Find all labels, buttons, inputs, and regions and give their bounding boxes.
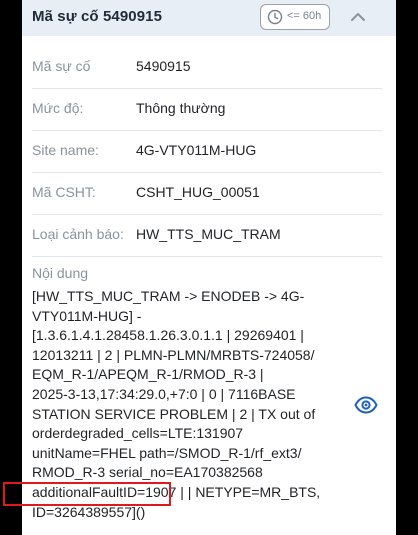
chevron-up-icon[interactable] bbox=[348, 8, 368, 26]
field-label: Site name: bbox=[32, 142, 99, 158]
content-label: Nội dung bbox=[32, 265, 89, 281]
time-filter-label: <= 60h bbox=[287, 10, 322, 22]
field-label: Mã CSHT: bbox=[32, 184, 96, 200]
content-line: orderdegraded_cells=LTE:131907 bbox=[32, 425, 244, 442]
card-header[interactable]: Mã sự cố 5490915 <= 60h bbox=[22, 0, 396, 36]
content-line: [HW_TTS_MUC_TRAM -> ENODEB -> 4G- bbox=[32, 288, 305, 304]
content-line: 12013211 | 2 | PLMN-PLMN/MRBTS-724058/ bbox=[32, 346, 315, 363]
field-row-incident-id: Mã sự cố 5490915 bbox=[32, 46, 382, 89]
content-line: [1.3.6.1.4.1.28458.1.26.3.0.1.1 | 292694… bbox=[32, 327, 304, 344]
content-line: VTY011M-HUG] - bbox=[32, 307, 142, 324]
field-value: CSHT_HUG_00051 bbox=[136, 184, 260, 200]
incident-title: Mã sự cố 5490915 bbox=[32, 8, 163, 25]
field-row-site-name: Site name: 4G-VTY011M-HUG bbox=[32, 130, 382, 173]
content-line: STATION SERVICE PROBLEM | 2 | TX out of bbox=[32, 405, 316, 422]
clock-icon bbox=[267, 9, 283, 25]
field-value: HW_TTS_MUC_TRAM bbox=[136, 226, 281, 242]
content-line: RMOD_R-3 serial_no=EA170382568 bbox=[32, 464, 263, 481]
field-label: Mã sự cố bbox=[32, 58, 91, 74]
field-value: 4G-VTY011M-HUG bbox=[136, 142, 257, 158]
content-line: 2025-3-13,17:34:29.0,+7:0 | 0 | 7116BASE bbox=[32, 385, 296, 402]
highlight-annotation-box bbox=[3, 482, 171, 506]
field-value: 5490915 bbox=[136, 58, 191, 74]
time-filter-chip[interactable]: <= 60h bbox=[260, 4, 330, 30]
content-line: unitName=FHEL path=/SMOD_R-1/rf_ext3/ bbox=[32, 444, 302, 461]
content-line: EQM_R-1/APEQM_R-1/RMOD_R-3 | bbox=[32, 366, 264, 383]
field-row-severity: Mức độ: Thông thường bbox=[32, 88, 382, 131]
field-label: Loại cảnh báo: bbox=[32, 226, 124, 242]
incident-card: Mã sự cố 5490915 <= 60h Mã sự cố 5490915… bbox=[22, 0, 396, 535]
field-row-csht-code: Mã CSHT: CSHT_HUG_00051 bbox=[32, 172, 382, 215]
field-label: Mức độ: bbox=[32, 100, 84, 116]
field-value: Thông thường bbox=[136, 100, 226, 116]
eye-icon[interactable] bbox=[354, 393, 378, 417]
field-row-alarm-type: Loại cảnh báo: HW_TTS_MUC_TRAM bbox=[32, 214, 382, 257]
